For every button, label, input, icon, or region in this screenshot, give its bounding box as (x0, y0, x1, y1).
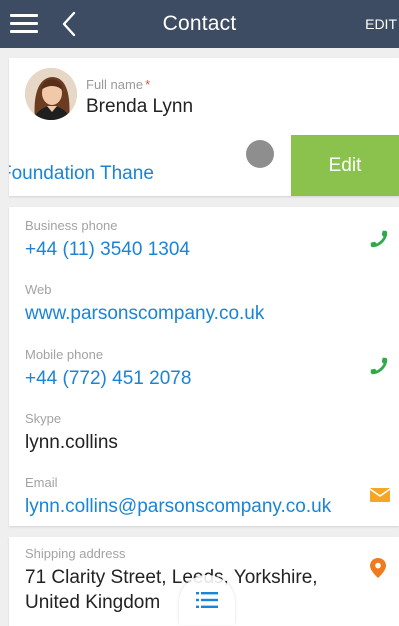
skype-field: Skype lynn.collins (25, 411, 365, 456)
avatar[interactable] (25, 68, 77, 120)
email-value[interactable]: lynn.collins@parsonscompany.co.uk (25, 494, 365, 520)
full-name-label: Full name * (86, 77, 151, 92)
phone-icon[interactable] (368, 228, 390, 250)
web-value[interactable]: www.parsonscompany.co.uk (25, 301, 365, 327)
page-title: Contact (162, 12, 237, 35)
web-label: Web (25, 282, 52, 297)
swipe-indicator (246, 140, 274, 168)
shipping-address-label: Shipping address (25, 546, 126, 561)
business-phone-field: Business phone +44 (11) 3540 1304 (25, 218, 365, 263)
map-pin-icon[interactable] (370, 558, 386, 578)
full-name-value: Brenda Lynn (86, 96, 194, 117)
profile-card: Full name * Brenda Lynn Foundation Thane … (9, 58, 399, 196)
email-label: Email (25, 475, 58, 490)
account-link[interactable]: Foundation Thane (9, 163, 154, 185)
business-phone-value[interactable]: +44 (11) 3540 1304 (25, 237, 365, 263)
list-icon (196, 592, 218, 608)
swipe-edit-button[interactable]: Edit (291, 135, 399, 196)
edit-button[interactable]: EDIT (365, 16, 397, 32)
email-field: Email lynn.collins@parsonscompany.co.uk (25, 475, 365, 520)
required-marker: * (145, 77, 151, 92)
mobile-phone-value[interactable]: +44 (772) 451 2078 (25, 366, 365, 392)
skype-value: lynn.collins (25, 432, 118, 453)
mobile-phone-label: Mobile phone (25, 347, 104, 362)
communication-card: Business phone +44 (11) 3540 1304 Web ww… (9, 207, 399, 526)
phone-icon[interactable] (368, 355, 390, 377)
web-field: Web www.parsonscompany.co.uk (25, 282, 365, 327)
business-phone-label: Business phone (25, 218, 118, 233)
mobile-phone-field: Mobile phone +44 (772) 451 2078 (25, 347, 365, 392)
envelope-icon[interactable] (370, 487, 390, 503)
skype-label: Skype (25, 411, 62, 426)
list-menu-button[interactable] (179, 575, 235, 625)
app-header: Contact EDIT (0, 0, 399, 48)
